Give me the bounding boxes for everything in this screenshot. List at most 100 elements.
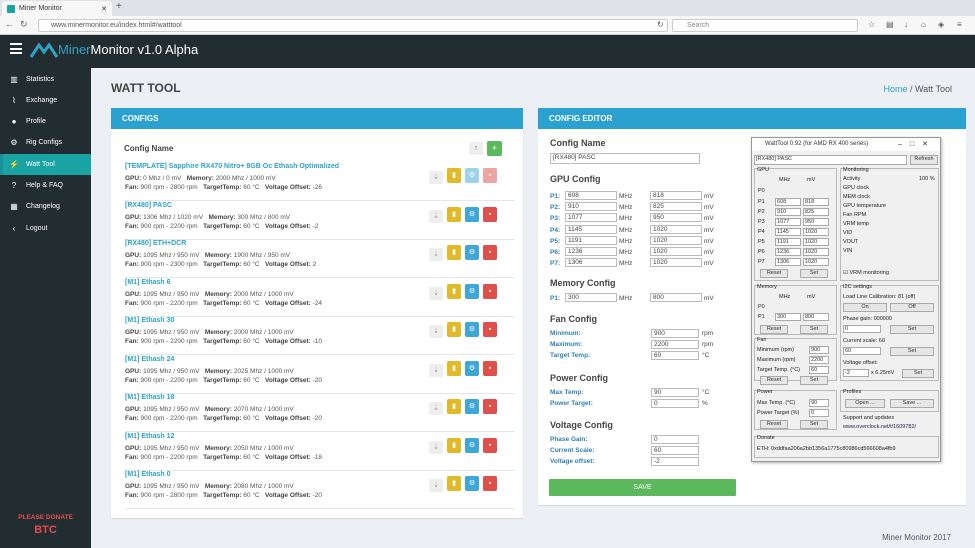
delete-config-button[interactable]: ▪ [483, 322, 497, 337]
wt-gpu-set-button[interactable]: Set [800, 269, 828, 278]
config-item-name[interactable]: [TEMPLATE] Sapphire RX470 Nitro+ 8GB Oc … [125, 163, 339, 170]
home-icon[interactable]: ⌂ [921, 20, 926, 29]
wt-state-mv-input[interactable]: 1020 [803, 248, 829, 256]
wt-fan-min-input[interactable]: 900 [809, 346, 829, 354]
wt-power-max-input[interactable]: 90 [809, 399, 829, 407]
wt-mem-reset-button[interactable]: Reset [760, 325, 788, 334]
download-config-button[interactable]: ⇣ [429, 248, 443, 261]
add-config-button[interactable]: + [487, 141, 502, 156]
delete-config-button[interactable]: ▪ [483, 245, 497, 260]
edit-config-button[interactable]: ⚙ [465, 437, 479, 453]
config-item-name[interactable]: [RX480] PASC [125, 202, 172, 209]
sidebar-item-watt-tool[interactable]: ⚡ Watt Tool [0, 154, 91, 175]
breadcrumb-home[interactable]: Home [883, 84, 907, 94]
load-config-button[interactable]: ▮ [447, 360, 461, 376]
load-config-button[interactable]: ▮ [447, 283, 461, 299]
wt-open-button[interactable]: Open ... [845, 399, 885, 408]
wt-mem-set-button[interactable]: Set [800, 325, 828, 334]
phase-gain-input[interactable]: 0 [651, 435, 699, 444]
load-config-button[interactable]: ▮ [447, 399, 461, 414]
wt-mem-mhz-input[interactable]: 300 [775, 313, 801, 321]
sidebar-item-exchange[interactable]: ⌇ Exchange [0, 90, 91, 111]
gpu-mhz-input[interactable]: 1306 [565, 258, 617, 268]
wt-voffset-set-button[interactable]: Set [902, 369, 934, 378]
edit-config-button[interactable]: ⚙ [465, 206, 479, 222]
wt-state-mv-input[interactable]: 950 [803, 218, 829, 226]
download-config-button[interactable]: ⇣ [429, 402, 443, 415]
gpu-mv-input[interactable]: 950 [650, 213, 702, 223]
mem-p1-mv-input[interactable]: 800 [650, 293, 702, 302]
download-config-button[interactable]: ⇣ [429, 209, 443, 223]
gpu-mhz-input[interactable]: 910 [565, 202, 617, 212]
donate-label[interactable]: PLEASE DONATE [0, 514, 91, 521]
wt-state-mhz-input[interactable]: 1236 [775, 248, 801, 256]
sidebar-item-changelog[interactable]: ▦ Changelog [0, 196, 91, 217]
load-config-button[interactable]: ▮ [447, 206, 461, 222]
wt-llc-off-button[interactable]: Off [890, 303, 934, 312]
delete-config-button[interactable]: ▪ [483, 437, 497, 453]
delete-config-button[interactable]: ▪ [483, 206, 497, 222]
config-item-name[interactable]: [M1] Ethash 0 [125, 471, 171, 478]
clipboard-icon[interactable]: ▤ [886, 20, 894, 29]
window-controls-icon[interactable]: –□✕ [898, 140, 936, 148]
wt-llc-on-button[interactable]: On [843, 303, 887, 312]
shield-icon[interactable]: ◈ [938, 20, 944, 29]
power-target-input[interactable]: 0 [651, 399, 699, 408]
delete-config-button[interactable]: ▪ [483, 360, 497, 376]
wt-scale-set-button[interactable]: Set [890, 347, 934, 356]
new-tab-icon[interactable]: + [116, 1, 122, 12]
wt-voffset-input[interactable]: -2 [843, 369, 869, 377]
gpu-mhz-input[interactable]: 1191 [565, 235, 617, 245]
gpu-mhz-input[interactable]: 1145 [565, 224, 617, 234]
wt-gpu-reset-button[interactable]: Reset [760, 269, 788, 278]
edit-config-button[interactable]: ⚙ [465, 476, 479, 491]
wt-state-mhz-input[interactable]: 608 [775, 198, 801, 206]
wt-mem-mv-input[interactable]: 800 [803, 313, 829, 321]
power-maxtemp-input[interactable]: 90 [651, 388, 699, 397]
wt-power-target-input[interactable]: 0 [809, 409, 829, 417]
fan-min-input[interactable]: 900 [651, 329, 699, 338]
load-config-button[interactable]: ▮ [447, 476, 461, 491]
gpu-mhz-input[interactable]: 608 [565, 191, 617, 200]
download-icon[interactable]: ↓ [904, 20, 908, 29]
load-config-button[interactable]: ▮ [447, 168, 461, 183]
fan-temp-input[interactable]: 60 [651, 351, 699, 360]
edit-config-button[interactable]: ⚙ [465, 360, 479, 376]
load-config-button[interactable]: ▮ [447, 322, 461, 337]
wt-state-mhz-input[interactable]: 1077 [775, 218, 801, 226]
hamburger-icon[interactable] [10, 43, 22, 54]
close-tab-icon[interactable]: ✕ [101, 5, 107, 13]
wt-phase-set-button[interactable]: Set [890, 325, 934, 334]
gpu-mv-input[interactable]: 1020 [650, 258, 702, 268]
device-select[interactable]: [RX480] PASC [754, 155, 907, 165]
gpu-mhz-input[interactable]: 1077 [565, 213, 617, 223]
wt-state-mv-input[interactable]: 1020 [803, 228, 829, 236]
upload-button[interactable]: ↑ [469, 142, 483, 155]
config-item-name[interactable]: [M1] Ethash 30 [125, 317, 174, 324]
gpu-mv-input[interactable]: 1020 [650, 235, 702, 245]
download-config-button[interactable]: ⇣ [429, 286, 443, 300]
config-item-name[interactable]: [M1] Ethash 18 [125, 394, 174, 401]
wt-scale-input[interactable]: 60 [843, 347, 881, 355]
wt-state-mhz-input[interactable]: 1145 [775, 228, 801, 236]
wt-power-set-button[interactable]: Set [800, 420, 828, 429]
wt-fan-set-button[interactable]: Set [800, 376, 828, 385]
sidebar-item-rig-configs[interactable]: ⚙ Rig Configs [0, 132, 91, 153]
wt-fan-max-input[interactable]: 2200 [809, 356, 829, 364]
wt-power-reset-button[interactable]: Reset [760, 420, 788, 429]
sidebar-item-logout[interactable]: ‹ Logout [0, 218, 91, 239]
wt-save-profile-button[interactable]: Save ... [890, 399, 934, 408]
config-item-name[interactable]: [M1] Ethash 6 [125, 279, 171, 286]
delete-config-button[interactable]: ▪ [483, 283, 497, 299]
voltage-offset-input[interactable]: -2 [651, 457, 699, 466]
download-config-button[interactable]: ⇣ [429, 479, 443, 492]
sidebar-item-help[interactable]: ? Help & FAQ [0, 175, 91, 196]
wt-support-link[interactable]: www.overclock.net/t/1609782/ [843, 424, 916, 430]
download-config-button[interactable]: ⇣ [429, 363, 443, 377]
delete-config-button[interactable]: ▪ [483, 399, 497, 414]
config-item-name[interactable]: [RX480] ETH+DCR [125, 240, 186, 247]
load-config-button[interactable]: ▮ [447, 245, 461, 260]
url-input[interactable]: www.minermonitor.eu/index.html#/watttool [38, 19, 668, 32]
vrm-monitoring-checkbox[interactable]: ☑ VRM monitoring [843, 270, 889, 276]
load-config-button[interactable]: ▮ [447, 437, 461, 453]
